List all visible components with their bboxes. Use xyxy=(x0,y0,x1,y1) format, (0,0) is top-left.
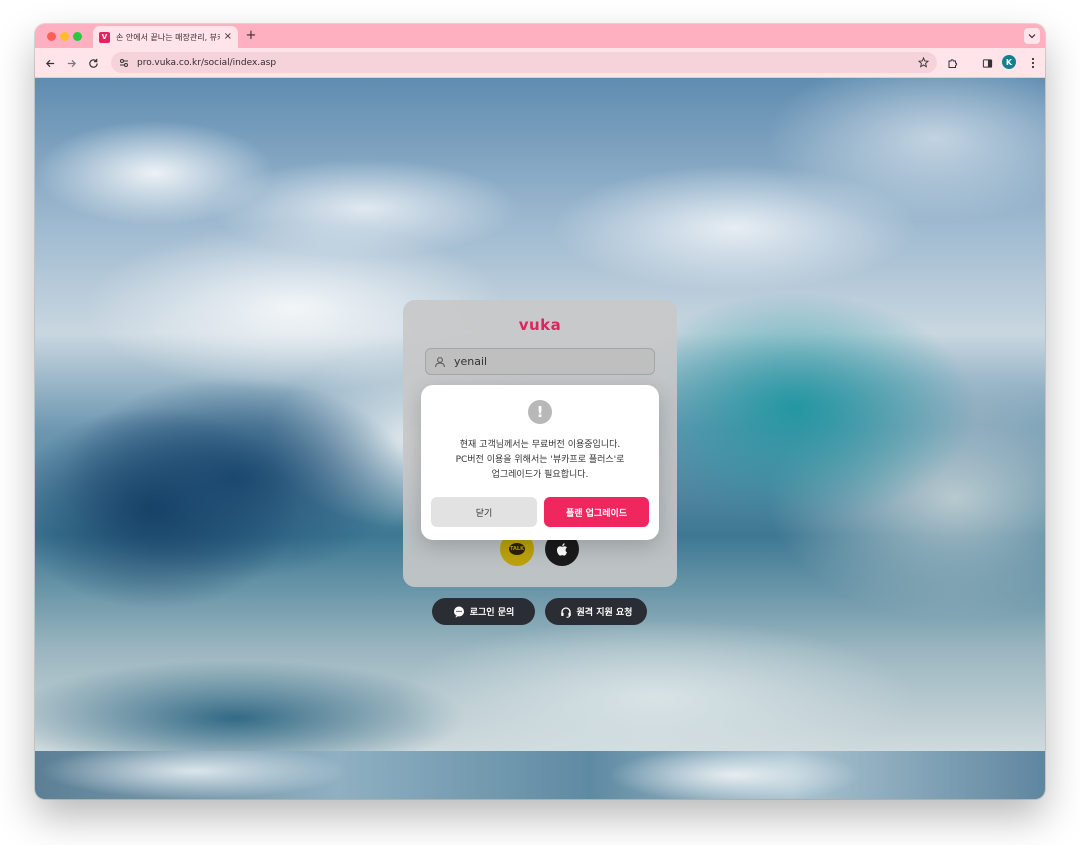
minimize-window-button[interactable] xyxy=(60,32,69,41)
back-icon[interactable] xyxy=(42,55,58,71)
close-window-button[interactable] xyxy=(47,32,56,41)
close-button[interactable]: 닫기 xyxy=(431,497,537,527)
reload-icon[interactable] xyxy=(85,55,101,71)
tab-close-icon[interactable]: × xyxy=(224,32,232,42)
vuka-favicon-icon: V xyxy=(99,31,110,43)
tab-menu-chevron-icon[interactable] xyxy=(1024,28,1040,44)
side-panel-icon[interactable] xyxy=(979,55,995,71)
zoom-window-button[interactable] xyxy=(73,32,82,41)
dialog-message-line: 업그레이드가 필요합니다. xyxy=(491,470,589,480)
dialog-message: 현재 고객님께서는 무료버전 이용중입니다. PC버전 이용을 위해서는 '뷰카… xyxy=(421,438,659,483)
url-text: pro.vuka.co.kr/social/index.asp xyxy=(137,57,277,68)
more-icon[interactable] xyxy=(1025,55,1041,71)
upgrade-dialog: ! 현재 고객님께서는 무료버전 이용중입니다. PC버전 이용을 위해서는 '… xyxy=(421,385,659,540)
user-icon xyxy=(434,356,446,368)
browser-window: V 손 안에서 끝나는 매장관리, 뷰카 × + pro.vuka.co.kr/… xyxy=(35,24,1045,799)
kakao-talk-icon: TALK xyxy=(509,543,525,555)
bookmark-star-icon[interactable] xyxy=(918,57,929,68)
browser-toolbar: pro.vuka.co.kr/social/index.asp K xyxy=(35,48,1045,78)
exclamation-icon: ! xyxy=(528,400,552,424)
dialog-message-line: 현재 고객님께서는 무료버전 이용중입니다. xyxy=(459,440,621,450)
remote-support-button[interactable]: 원격 지원 요청 xyxy=(545,598,647,625)
remote-support-label: 원격 지원 요청 xyxy=(576,608,633,618)
forward-icon[interactable] xyxy=(63,55,79,71)
tab-strip: V 손 안에서 끝나는 매장관리, 뷰카 × + xyxy=(35,24,1045,48)
dialog-message-line: PC버전 이용을 위해서는 '뷰카프로 플러스'로 xyxy=(455,455,625,465)
page-content: vuka yenail TALK 로그인 문의 원격 지원 요청 ! 현재 고객… xyxy=(35,78,1045,799)
id-input[interactable]: yenail xyxy=(425,348,655,375)
address-bar[interactable]: pro.vuka.co.kr/social/index.asp xyxy=(111,52,937,73)
chat-bubble-icon xyxy=(453,606,465,618)
login-inquiry-label: 로그인 문의 xyxy=(469,608,515,618)
login-inquiry-button[interactable]: 로그인 문의 xyxy=(432,598,535,625)
vuka-logo: vuka xyxy=(518,316,562,334)
extensions-icon[interactable] xyxy=(945,55,961,71)
apple-icon xyxy=(556,542,567,556)
headset-icon xyxy=(560,606,572,618)
tab-vuka[interactable]: V 손 안에서 끝나는 매장관리, 뷰카 × xyxy=(93,26,238,48)
upgrade-plan-button[interactable]: 플랜 업그레이드 xyxy=(544,497,649,527)
site-settings-icon[interactable] xyxy=(119,58,129,68)
tab-title: 손 안에서 끝나는 매장관리, 뷰카 xyxy=(116,32,220,42)
new-tab-button[interactable]: + xyxy=(243,28,259,44)
wave-background-strip xyxy=(35,751,1045,799)
id-value: yenail xyxy=(454,355,488,368)
profile-avatar[interactable]: K xyxy=(1002,55,1016,69)
